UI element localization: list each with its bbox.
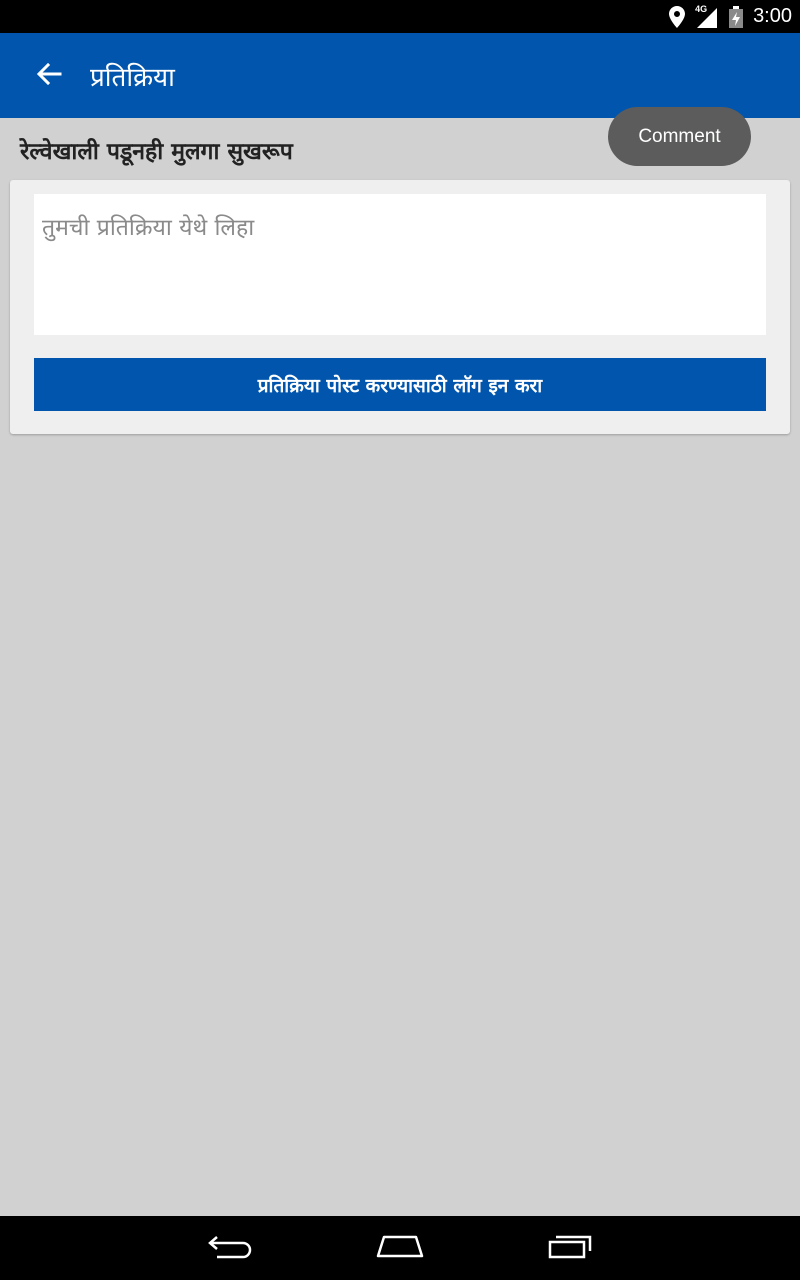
comment-toast: Comment — [608, 107, 751, 166]
signal-icon: 4G — [695, 3, 719, 28]
nav-recents-button[interactable] — [535, 1223, 605, 1273]
recents-icon — [547, 1233, 593, 1263]
network-type-label: 4G — [695, 3, 708, 14]
back-button[interactable] — [24, 51, 74, 101]
location-icon — [669, 5, 686, 28]
status-bar: 4G 3:00 — [0, 0, 800, 33]
system-nav-bar — [0, 1216, 800, 1280]
nav-back-button[interactable] — [195, 1223, 265, 1273]
battery-icon — [729, 5, 744, 28]
page-title: प्रतिक्रिया — [90, 62, 175, 93]
app-bar: प्रतिक्रिया — [0, 33, 800, 118]
login-to-comment-button[interactable]: प्रतिक्रिया पोस्ट करण्यासाठी लॉग इन करा — [34, 358, 766, 411]
back-icon — [207, 1233, 253, 1263]
nav-home-button[interactable] — [365, 1223, 435, 1273]
comment-card: प्रतिक्रिया पोस्ट करण्यासाठी लॉग इन करा — [10, 180, 790, 434]
comment-input[interactable] — [34, 194, 766, 335]
arrow-left-icon — [36, 62, 62, 89]
home-icon — [375, 1233, 425, 1263]
article-headline: रेल्वेखाली पडूनही मुलगा सुखरूप — [20, 139, 293, 165]
status-time: 3:00 — [753, 5, 792, 27]
